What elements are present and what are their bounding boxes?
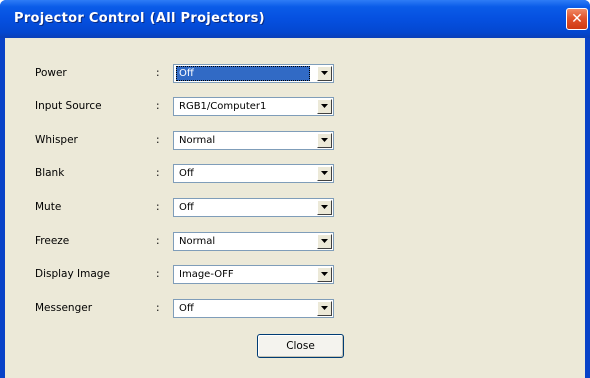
input-source-label: Input Source	[35, 100, 102, 112]
power-label: Power	[35, 67, 67, 79]
window-title: Projector Control (All Projectors)	[14, 11, 265, 26]
power-dropdown-value: Off	[176, 66, 310, 81]
input-source-dropdown-value: RGB1/Computer1	[179, 101, 267, 112]
close-icon[interactable]: ✕	[566, 8, 588, 30]
blank-dropdown-value: Off	[179, 168, 194, 179]
messenger-dropdown-value: Off	[179, 303, 194, 314]
mute-dropdown[interactable]: Off	[173, 198, 334, 217]
freeze-label: Freeze	[35, 235, 70, 247]
blank-label: Blank	[35, 167, 65, 179]
projector-control-window: Projector Control (All Projectors) ✕ Pow…	[0, 0, 590, 378]
whisper-colon: :	[156, 134, 160, 146]
input-source-colon: :	[156, 100, 160, 112]
chevron-down-icon[interactable]	[317, 99, 332, 114]
freeze-colon: :	[156, 235, 160, 247]
input-source-dropdown[interactable]: RGB1/Computer1	[173, 97, 334, 116]
power-dropdown[interactable]: Off	[173, 64, 334, 83]
messenger-colon: :	[156, 302, 160, 314]
whisper-label: Whisper	[35, 134, 78, 146]
close-button[interactable]: Close	[257, 334, 344, 358]
mute-colon: :	[156, 201, 160, 213]
mute-label: Mute	[35, 201, 62, 213]
power-colon: :	[156, 67, 160, 79]
chevron-down-icon[interactable]	[317, 267, 332, 282]
chevron-down-icon[interactable]	[317, 66, 332, 81]
chevron-down-icon[interactable]	[317, 166, 332, 181]
whisper-dropdown-value: Normal	[179, 135, 216, 146]
title-bar[interactable]: Projector Control (All Projectors) ✕	[0, 0, 590, 38]
blank-dropdown[interactable]: Off	[173, 164, 334, 183]
chevron-down-icon[interactable]	[317, 301, 332, 316]
chevron-down-icon[interactable]	[317, 133, 332, 148]
messenger-dropdown[interactable]: Off	[173, 299, 334, 318]
chevron-down-icon[interactable]	[317, 200, 332, 215]
display-image-dropdown-value: Image-OFF	[179, 269, 234, 280]
freeze-dropdown[interactable]: Normal	[173, 232, 334, 251]
mute-dropdown-value: Off	[179, 202, 194, 213]
blank-colon: :	[156, 167, 160, 179]
display-image-label: Display Image	[35, 268, 110, 280]
dialog-body: Power : Off Input Source : RGB1/Computer…	[5, 38, 585, 378]
freeze-dropdown-value: Normal	[179, 236, 216, 247]
chevron-down-icon[interactable]	[317, 234, 332, 249]
messenger-label: Messenger	[35, 302, 93, 314]
display-image-dropdown[interactable]: Image-OFF	[173, 265, 334, 284]
display-image-colon: :	[156, 268, 160, 280]
whisper-dropdown[interactable]: Normal	[173, 131, 334, 150]
